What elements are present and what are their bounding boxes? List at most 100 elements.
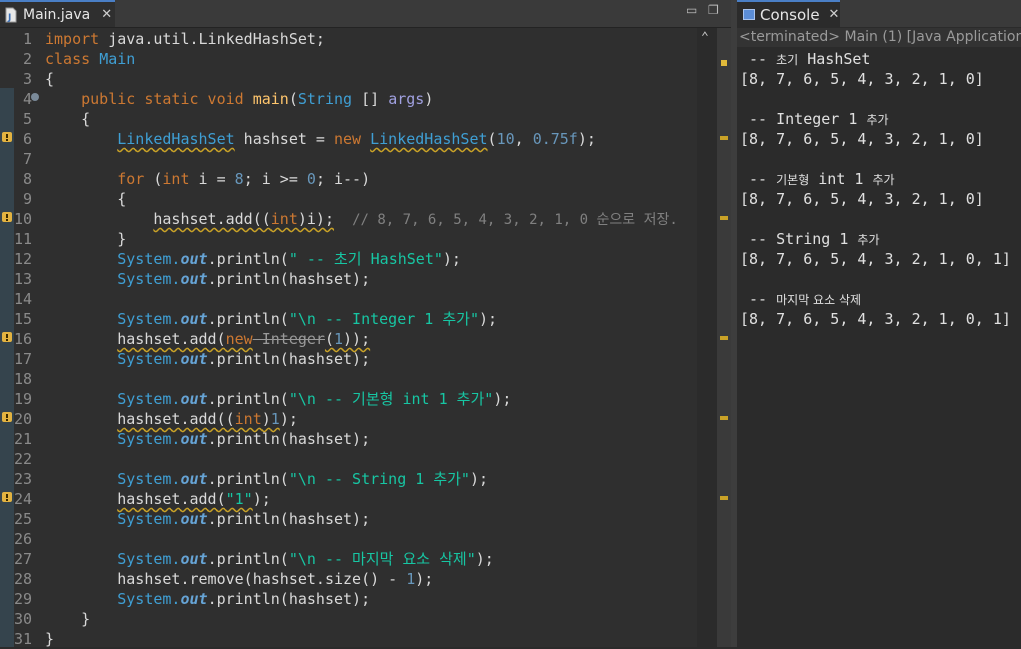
line-numbers: 1 2 3 4 5 6 7 8 9 10 11 12 13 14 15 16 17 18 19 20 21 22 23 24 2… — [0, 29, 34, 649]
code-line: { — [117, 190, 127, 208]
code-line: System.out.println(hashset); — [117, 510, 371, 528]
code-line: System.out.println(hashset); — [117, 430, 371, 448]
java-file-icon: J — [4, 7, 18, 23]
maximize-icon[interactable]: ❐ — [708, 3, 719, 17]
line-number: 30 — [13, 610, 32, 628]
vertical-scrollbar[interactable] — [697, 28, 717, 647]
console-output[interactable]: -- 초기 HashSet [8, 7, 6, 5, 4, 3, 2, 1, 0]… — [740, 49, 1011, 329]
warning-summary-icon[interactable] — [721, 60, 727, 66]
code-line: System.out.println("\n -- Integer 1 추가")… — [117, 310, 498, 328]
code-line: System.out.println(hashset); — [117, 590, 371, 608]
code-line: System.out.println(hashset); — [117, 270, 371, 288]
line-number: 22 — [13, 450, 32, 468]
console-line: [8, 7, 6, 5, 4, 3, 2, 1, 0, 1] — [740, 310, 1011, 328]
code-line: hashset.add(new Integer(1)); — [117, 330, 371, 348]
tab-console[interactable]: Console ✕ — [737, 0, 840, 27]
overview-marker[interactable] — [720, 336, 728, 340]
code-line: class Main — [45, 50, 136, 68]
line-number: 1 — [22, 30, 32, 48]
overview-marker[interactable] — [720, 416, 728, 420]
console-line: -- Integer 1 추가 — [740, 110, 889, 128]
line-number: 19 — [13, 390, 32, 408]
close-icon[interactable]: ✕ — [829, 7, 840, 22]
line-number: 26 — [13, 530, 32, 548]
line-number: 24 — [13, 490, 32, 508]
line-number: 27 — [13, 550, 32, 568]
line-number: 14 — [13, 290, 32, 308]
tab-label: Console — [760, 5, 820, 24]
code-line: hashset.remove(hashset.size() - 1); — [117, 570, 434, 588]
console-tab-bar: Console ✕ — [737, 0, 1021, 27]
overview-ruler[interactable] — [717, 28, 731, 647]
line-number: 12 — [13, 250, 32, 268]
line-number: 23 — [13, 470, 32, 488]
scroll-up-icon[interactable]: ⌃ — [701, 30, 709, 45]
console-line: [8, 7, 6, 5, 4, 3, 2, 1, 0] — [740, 190, 984, 208]
tab-main-java[interactable]: J Main.java ✕ — [0, 0, 115, 27]
code-line: LinkedHashSet hashset = new LinkedHashSe… — [117, 130, 596, 148]
console-line: -- 초기 HashSet — [740, 50, 871, 68]
line-number: 10 — [13, 210, 32, 228]
console-line: -- 기본형 int 1 추가 — [740, 170, 895, 188]
code-line: { — [81, 110, 91, 128]
code-line: System.out.println("\n -- 기본형 int 1 추가")… — [117, 390, 512, 408]
line-number: 18 — [13, 370, 32, 388]
console-icon — [743, 9, 755, 20]
line-number: 13 — [13, 270, 32, 288]
line-number: 5 — [22, 110, 32, 128]
line-number: 17 — [13, 350, 32, 368]
line-number: 7 — [22, 150, 32, 168]
line-number: 20 — [13, 410, 32, 428]
line-number: 8 — [22, 170, 32, 188]
code-line: { — [45, 70, 55, 88]
line-number: 15 — [13, 310, 32, 328]
code-line: } — [81, 610, 91, 628]
code-line: System.out.println("\n -- String 1 추가"); — [117, 470, 489, 488]
line-number: 21 — [13, 430, 32, 448]
line-number: 9 — [22, 190, 32, 208]
code-line: hashset.add((int)i); // 8, 7, 6, 5, 4, 3… — [153, 210, 678, 228]
overview-marker[interactable] — [720, 216, 728, 220]
editor-tab-bar: J Main.java ✕ ▭ ❐ — [0, 0, 731, 28]
console-status: <terminated> Main (1) [Java Application] — [737, 28, 1021, 47]
overview-marker[interactable] — [720, 136, 728, 140]
console-line: [8, 7, 6, 5, 4, 3, 2, 1, 0, 1] — [740, 250, 1011, 268]
console-line: -- 마지막 요소 삭제 — [740, 290, 862, 308]
code-line: System.out.println("\n -- 마지막 요소 삭제"); — [117, 550, 494, 568]
console-line: [8, 7, 6, 5, 4, 3, 2, 1, 0] — [740, 130, 984, 148]
line-number: 29 — [13, 590, 32, 608]
minimize-icon[interactable]: ▭ — [686, 3, 697, 17]
code-line: System.out.println(" -- 초기 HashSet"); — [117, 250, 461, 268]
code-line: hashset.add((int)1); — [117, 410, 298, 428]
close-icon[interactable]: ✕ — [101, 7, 112, 22]
console-line: [8, 7, 6, 5, 4, 3, 2, 1, 0] — [740, 70, 984, 88]
svg-text:J: J — [7, 13, 11, 23]
code-line: hashset.add("1"); — [117, 490, 271, 508]
line-number: 28 — [13, 570, 32, 588]
line-number: 4 — [22, 90, 32, 108]
line-number: 25 — [13, 510, 32, 528]
code-line: } — [117, 230, 127, 248]
code-line: for (int i = 8; i >= 0; i--) — [117, 170, 371, 188]
code-line: } — [45, 630, 55, 648]
line-number: 3 — [22, 70, 32, 88]
code-line: public static void main(String [] args) — [81, 90, 434, 108]
line-number: 11 — [13, 230, 32, 248]
code-editor[interactable]: J Main.java ✕ ▭ ❐ 1 2 3 4 5 6 7 8 9 10 11 12 13 14 15 1… — [0, 0, 731, 649]
console-line: -- String 1 추가 — [740, 230, 880, 248]
line-number: 2 — [22, 50, 32, 68]
line-number: 31 — [13, 630, 32, 648]
code-area[interactable]: import java.util.LinkedHashSet; class Ma… — [45, 29, 691, 649]
overview-marker[interactable] — [720, 496, 728, 500]
console-view[interactable]: Console ✕ <terminated> Main (1) [Java Ap… — [737, 0, 1021, 647]
code-line: import java.util.LinkedHashSet; — [45, 30, 325, 48]
code-line: System.out.println(hashset); — [117, 350, 371, 368]
